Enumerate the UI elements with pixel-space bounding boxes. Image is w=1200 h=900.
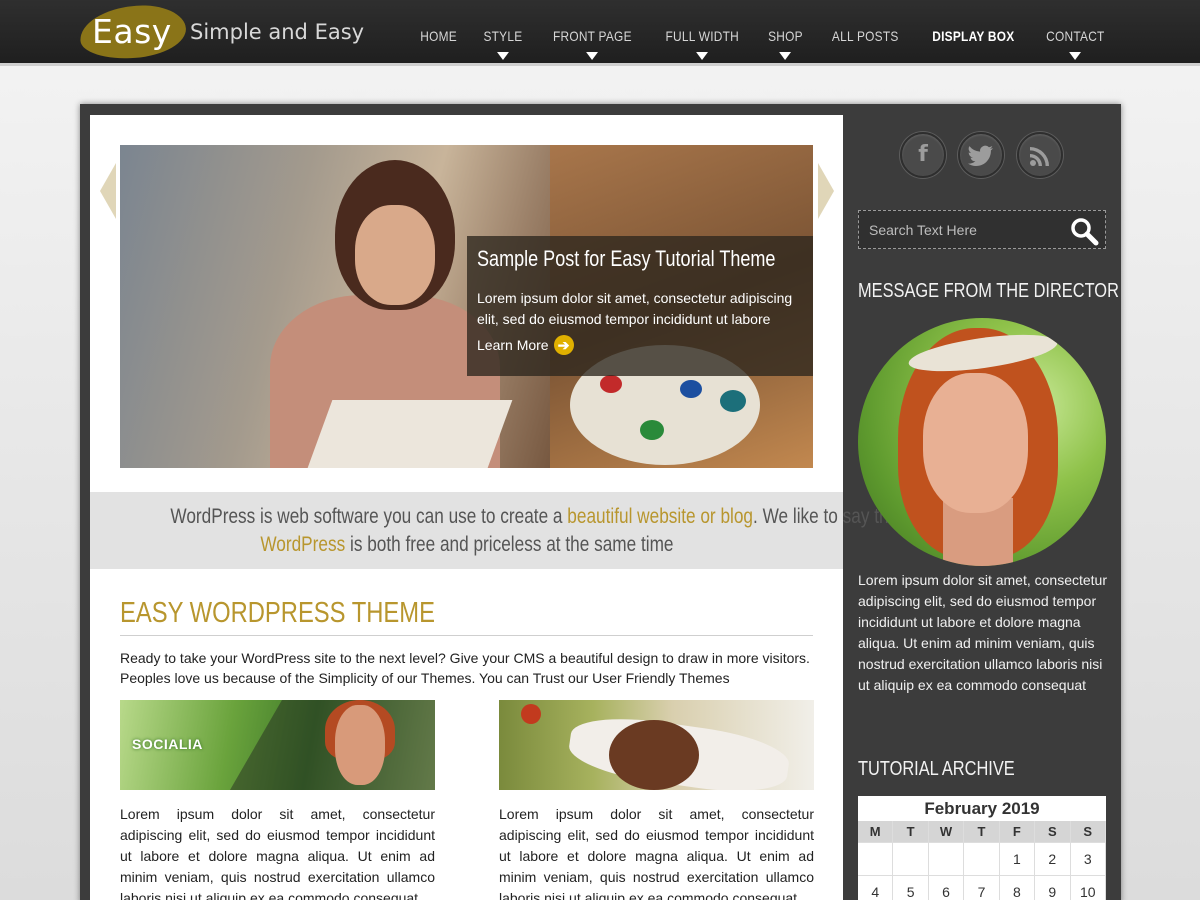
calendar-day-empty [893, 843, 929, 876]
calendar-day: 1 [999, 843, 1036, 876]
calendar-day-empty [858, 843, 894, 876]
calendar-day: 3 [1070, 843, 1106, 876]
director-message: Lorem ipsum dolor sit amet, consectetur … [858, 572, 1107, 693]
calendar-day: 5 [893, 876, 929, 900]
featured-slider[interactable]: Sample Post for Easy Tutorial Theme Lore… [120, 145, 813, 468]
slide-title[interactable]: Sample Post for Easy Tutorial Theme [477, 246, 775, 272]
facebook-icon[interactable]: f [900, 132, 946, 178]
paint-blob [600, 375, 622, 393]
tagline-link[interactable]: beautiful website or blog [567, 505, 753, 528]
slider-next-arrow[interactable] [818, 163, 834, 219]
nav-item-label: CONTACT [1046, 28, 1105, 44]
thumbnail-figure-face [335, 705, 385, 785]
tagline-link-wordpress[interactable]: WordPress [260, 533, 345, 556]
weekday-fri: F [999, 821, 1036, 843]
section-divider [120, 635, 813, 636]
twitter-icon[interactable] [958, 132, 1004, 178]
nav-item-label: SHOP [768, 28, 804, 44]
weekday-sat: S [1035, 821, 1071, 843]
nav-item-label: DISPLAY BOX [931, 28, 1015, 44]
calendar-week-row: 1 2 3 [858, 843, 1106, 876]
search-input[interactable] [859, 211, 1064, 248]
slide-image-paper [307, 400, 513, 468]
nav-item-contact[interactable]: CONTACT [1038, 28, 1113, 64]
socialia-logo: SOCIALIA [132, 736, 203, 752]
archive-calendar: February 2019 M T W T F S S 1 2 3 4 5 6 … [858, 796, 1106, 900]
calendar-day: 2 [1035, 843, 1071, 876]
calendar-weekday-row: M T W T F S S [858, 821, 1106, 843]
learn-more-label: Learn More [477, 337, 549, 353]
nav-item-home[interactable]: HOME [412, 28, 466, 64]
nav-item-label: FULL WIDTH [665, 28, 739, 44]
calendar-day: 7 [964, 876, 1000, 900]
section-heading: EASY WORDPRESS THEME [120, 597, 435, 629]
post-excerpt-2: Lorem ipsum dolor sit amet, consectetur … [499, 806, 814, 900]
thumbnail-apple [521, 704, 541, 724]
calendar-day: 9 [1035, 876, 1071, 900]
tagline-line-1: WordPress is web software you can use to… [170, 503, 903, 531]
post-thumbnail-1[interactable]: SOCIALIA [120, 700, 435, 790]
avatar-face [923, 373, 1028, 513]
nav-item-style[interactable]: STYLE [475, 28, 531, 64]
slider-prev-arrow[interactable] [100, 163, 116, 219]
search-form [858, 210, 1106, 249]
caret-down-icon [696, 52, 708, 60]
weekday-tue: T [893, 821, 929, 843]
slide-image-face [355, 205, 435, 305]
top-navigation-bar: Easy Simple and Easy HOME STYLE FRONT PA… [0, 0, 1200, 66]
tagline-banner: WordPress is web software you can use to… [90, 492, 903, 569]
post-thumbnail-2[interactable] [499, 700, 814, 790]
site-tagline[interactable]: Simple and Easy [190, 20, 364, 44]
logo-text[interactable]: Easy [92, 12, 172, 51]
archive-widget-title: TUTORIAL ARCHIVE [858, 758, 1015, 780]
calendar-day: 8 [1000, 876, 1036, 900]
calendar-month: February 2019 [924, 799, 1040, 818]
arrow-right-icon: ➔ [553, 335, 574, 355]
weekday-thu: T [964, 821, 1000, 843]
nav-item-label: FRONT PAGE [553, 28, 632, 44]
paint-blob [680, 380, 702, 398]
twitter-bird-glyph [968, 145, 993, 166]
rss-icon[interactable] [1017, 132, 1063, 178]
calendar-day: 6 [929, 876, 965, 900]
rss-glyph [1030, 147, 1049, 166]
nav-item-label: ALL POSTS [832, 28, 899, 44]
weekday-mon: M [858, 821, 894, 843]
tagline-line-2: WordPress is both free and priceless at … [260, 531, 673, 559]
nav-item-full-width[interactable]: FULL WIDTH [657, 28, 748, 64]
slide-excerpt: Lorem ipsum dolor sit amet, consectetur … [477, 290, 793, 327]
caret-down-icon [497, 52, 510, 60]
calendar-week-row: 4 5 6 7 8 9 10 [858, 876, 1106, 900]
caret-down-icon [1069, 52, 1082, 60]
weekday-sun: S [1070, 821, 1106, 843]
director-avatar [858, 318, 1106, 566]
calendar-day-empty [928, 843, 965, 876]
caret-down-icon [779, 52, 792, 60]
nav-item-shop[interactable]: SHOP [760, 28, 812, 64]
nav-item-display-box[interactable]: DISPLAY BOX [923, 28, 1022, 64]
thumbnail-figure-hair [609, 720, 699, 790]
paint-blob [720, 390, 746, 412]
caret-down-icon [586, 52, 599, 60]
calendar-day-empty [964, 843, 1000, 876]
search-icon[interactable] [1069, 216, 1099, 246]
section-intro: Ready to take your WordPress site to the… [120, 650, 810, 686]
post-excerpt-1: Lorem ipsum dolor sit amet, consectetur … [120, 806, 435, 900]
slide-caption: Sample Post for Easy Tutorial Theme Lore… [467, 236, 813, 376]
nav-item-label: HOME [420, 28, 457, 44]
weekday-wed: W [928, 821, 965, 843]
tagline-text: is both free and priceless at the same t… [344, 533, 674, 556]
learn-more-link[interactable]: Learn More ➔ [477, 335, 574, 355]
nav-item-front-page[interactable]: FRONT PAGE [545, 28, 641, 64]
calendar-day: 4 [858, 876, 894, 900]
nav-item-label: STYLE [483, 28, 523, 44]
director-widget-title: MESSAGE FROM THE DIRECTOR [858, 280, 1119, 302]
main-menu: HOME STYLE FRONT PAGE FULL WIDTH SHOP AL… [407, 28, 1120, 64]
tagline-text: WordPress is web software you can use to… [170, 505, 568, 528]
nav-item-all-posts[interactable]: ALL POSTS [824, 28, 908, 64]
paint-blob [640, 420, 664, 440]
calendar-day: 10 [1071, 876, 1106, 900]
